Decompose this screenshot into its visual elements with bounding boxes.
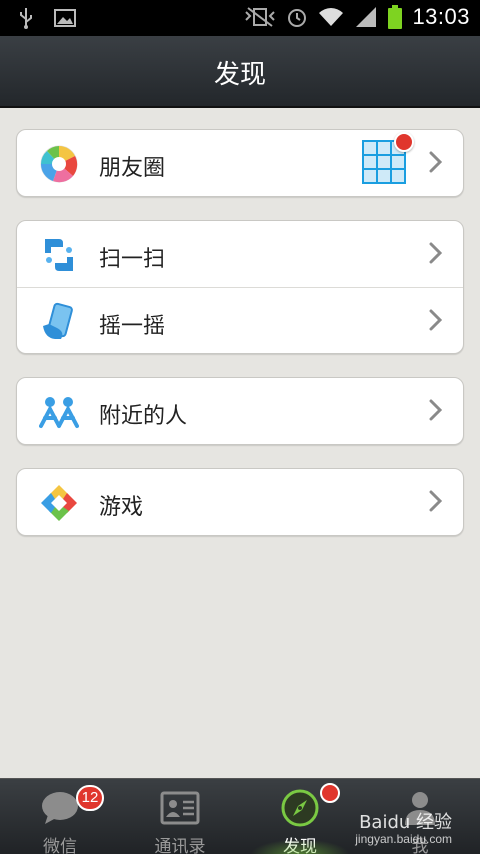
menu-label-nearby: 附近的人 — [99, 404, 188, 429]
menu-item-moments[interactable]: 朋友圈 — [17, 130, 463, 196]
chevron-right-icon — [429, 399, 443, 421]
tab-label-contacts: 通讯录 — [154, 837, 206, 854]
menu-item-scan[interactable]: 扫一扫 — [17, 221, 463, 287]
tab-discover[interactable]: 发现 — [240, 779, 360, 854]
alarm-icon — [288, 9, 307, 27]
menu-label-moments: 朋友圈 — [99, 156, 166, 181]
menu-item-nearby[interactable]: 附近的人 — [17, 378, 463, 444]
image-icon — [54, 9, 76, 27]
scan-icon — [45, 239, 73, 271]
menu-item-shake[interactable]: 摇一摇 — [17, 287, 463, 353]
menu-label-shake: 摇一摇 — [99, 314, 166, 339]
tab-label-chats: 微信 — [43, 837, 77, 854]
top-bar: 发现 — [0, 36, 480, 108]
chevron-right-icon — [429, 242, 443, 264]
wifi-icon — [319, 8, 344, 26]
menu-item-games[interactable]: 游戏 — [17, 469, 463, 535]
chevron-right-icon — [429, 490, 443, 512]
people-nearby-icon — [39, 397, 79, 428]
tab-chats[interactable]: 12 微信 — [0, 779, 120, 854]
vibrate-icon — [245, 7, 276, 27]
new-moments-dot — [394, 132, 414, 152]
aperture-icon — [40, 145, 78, 183]
page-title: 发现 — [213, 60, 266, 90]
baidu-watermark: Baidu 经验 — [359, 812, 452, 833]
status-time: 13:03 — [412, 4, 470, 29]
discover-new-dot — [320, 783, 340, 803]
menu-label-scan: 扫一扫 — [99, 247, 166, 272]
game-diamond-icon — [41, 485, 77, 521]
battery-icon — [388, 5, 403, 29]
nearby-card: 附近的人 — [16, 377, 464, 445]
games-card: 游戏 — [16, 468, 464, 536]
signal-icon — [356, 7, 377, 27]
tab-contacts[interactable]: 通讯录 — [120, 779, 240, 854]
compass-icon — [281, 789, 319, 827]
menu-label-games: 游戏 — [99, 495, 144, 520]
moments-card: 朋友圈 — [16, 129, 464, 197]
chevron-right-icon — [429, 309, 443, 331]
usb-icon — [20, 8, 32, 29]
baidu-watermark-url: jingyan.baidu.com — [355, 832, 452, 846]
chevron-right-icon — [429, 151, 443, 173]
tab-label-discover: 发现 — [283, 837, 317, 854]
chat-bubble-icon — [42, 792, 78, 824]
status-bar: 13:03 — [0, 0, 480, 36]
shake-phone-icon — [43, 302, 73, 339]
unread-badge: 12 — [76, 785, 104, 811]
contact-card-icon — [160, 791, 200, 825]
scan-shake-card: 扫一扫 摇一摇 — [16, 220, 464, 354]
